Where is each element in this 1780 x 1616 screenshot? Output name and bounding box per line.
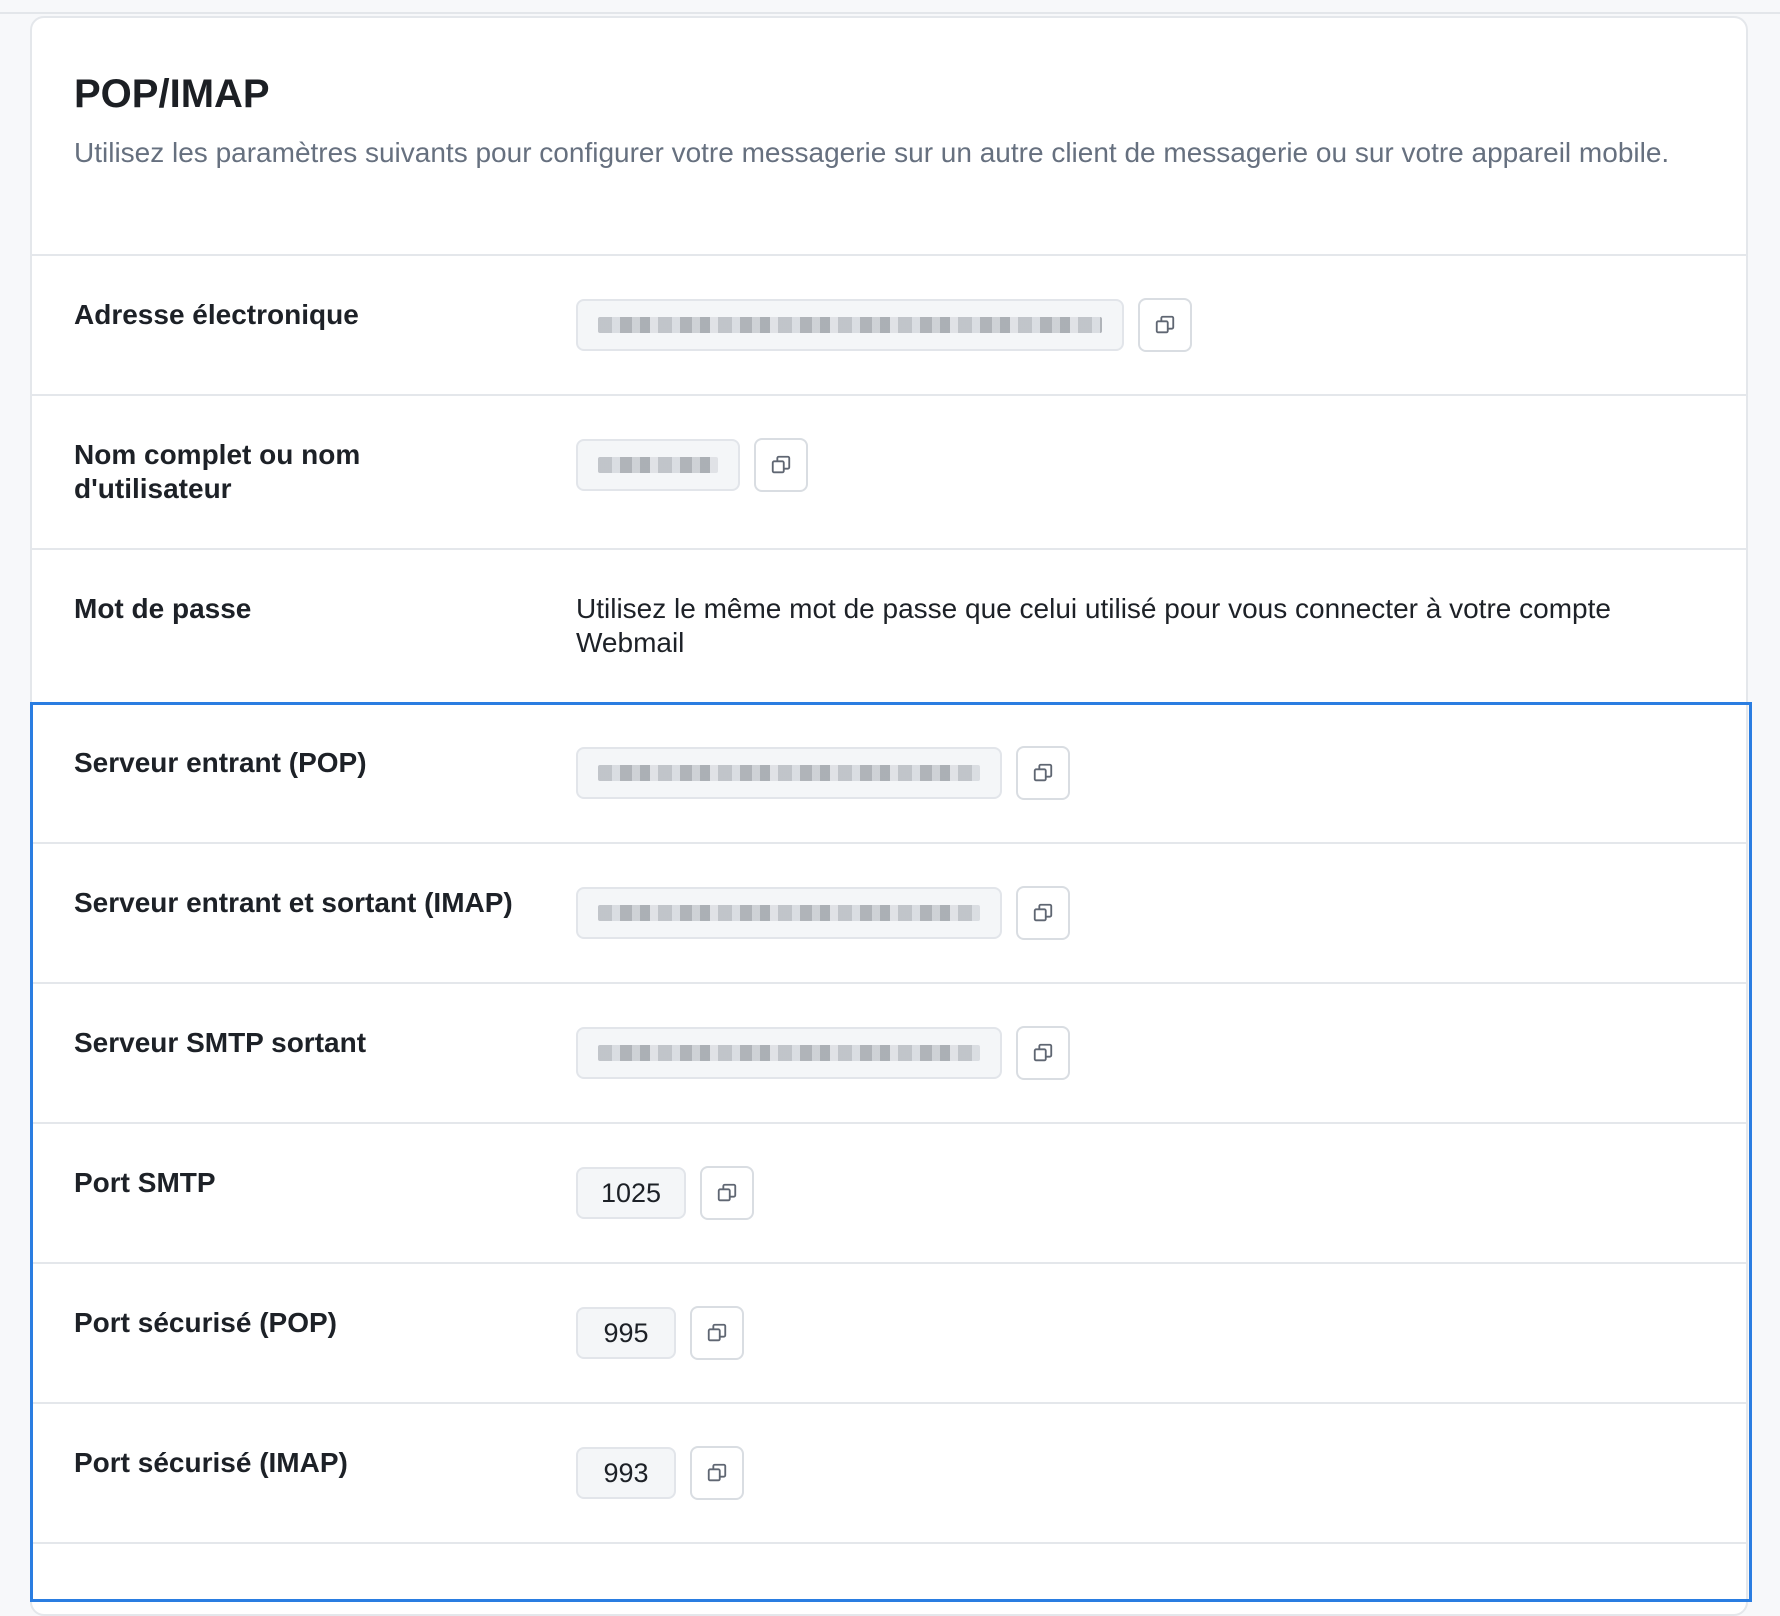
copy-icon [771, 455, 791, 474]
redacted-text [598, 765, 980, 781]
copy-imap-secure-port-button[interactable] [690, 1446, 744, 1500]
imap-secure-port-value[interactable]: 993 [576, 1447, 676, 1499]
pop-server-row: Serveur entrant (POP) [32, 704, 1746, 844]
email-value-redacted[interactable] [576, 299, 1124, 351]
smtp-port-value[interactable]: 1025 [576, 1167, 686, 1219]
redacted-text [598, 1045, 980, 1061]
imap-server-value-redacted[interactable] [576, 887, 1002, 939]
smtp-server-value-group [576, 1026, 1070, 1080]
smtp-port-row: Port SMTP 1025 [32, 1124, 1746, 1264]
pop-server-value-redacted[interactable] [576, 747, 1002, 799]
pop-secure-port-value-group: 995 [576, 1306, 744, 1360]
copy-icon [1033, 903, 1053, 922]
pop-imap-settings-card: POP/IMAP Utilisez les paramètres suivant… [30, 16, 1748, 1616]
username-value-group [576, 438, 808, 492]
section-description: Utilisez les paramètres suivants pour co… [74, 137, 1670, 168]
imap-secure-port-value-group: 993 [576, 1446, 744, 1500]
imap-server-value-group [576, 886, 1070, 940]
smtp-server-row: Serveur SMTP sortant [32, 984, 1746, 1124]
email-value-group [576, 298, 1192, 352]
section-title: POP/IMAP [74, 72, 270, 116]
imap-server-row: Serveur entrant et sortant (IMAP) [32, 844, 1746, 984]
copy-icon [1033, 763, 1053, 782]
redacted-text [598, 905, 980, 921]
pop-secure-port-value[interactable]: 995 [576, 1307, 676, 1359]
copy-pop-secure-port-button[interactable] [690, 1306, 744, 1360]
copy-icon [1033, 1043, 1053, 1062]
imap-secure-port-label: Port sécurisé (IMAP) [74, 1447, 348, 1478]
copy-pop-server-button[interactable] [1016, 746, 1070, 800]
copy-imap-server-button[interactable] [1016, 886, 1070, 940]
card-header: POP/IMAP Utilisez les paramètres suivant… [32, 18, 1746, 256]
copy-icon [707, 1323, 727, 1342]
email-label: Adresse électronique [74, 299, 359, 330]
username-label: Nom complet ou nom d'utilisateur [74, 439, 361, 504]
copy-icon [1155, 315, 1175, 334]
smtp-server-label: Serveur SMTP sortant [74, 1027, 367, 1058]
pop-secure-port-row: Port sécurisé (POP) 995 [32, 1264, 1746, 1404]
username-value-redacted[interactable] [576, 439, 740, 491]
redacted-text [598, 457, 718, 473]
pop-server-value-group [576, 746, 1070, 800]
password-label: Mot de passe [74, 593, 252, 624]
password-info: Utilisez le même mot de passe que celui … [576, 593, 1611, 658]
redacted-text [598, 317, 1102, 333]
smtp-server-value-redacted[interactable] [576, 1027, 1002, 1079]
copy-smtp-port-button[interactable] [700, 1166, 754, 1220]
smtp-port-label: Port SMTP [74, 1167, 216, 1198]
copy-email-button[interactable] [1138, 298, 1192, 352]
email-row: Adresse électronique [32, 256, 1746, 396]
pop-server-label: Serveur entrant (POP) [74, 747, 367, 778]
copy-smtp-server-button[interactable] [1016, 1026, 1070, 1080]
imap-server-label: Serveur entrant et sortant (IMAP) [74, 887, 513, 918]
copy-icon [707, 1463, 727, 1482]
copy-icon [717, 1183, 737, 1202]
username-row: Nom complet ou nom d'utilisateur [32, 396, 1746, 550]
imap-secure-port-row: Port sécurisé (IMAP) 993 [32, 1404, 1746, 1544]
password-row: Mot de passe Utilisez le même mot de pas… [32, 550, 1746, 704]
copy-username-button[interactable] [754, 438, 808, 492]
smtp-port-value-group: 1025 [576, 1166, 754, 1220]
top-divider [0, 0, 1780, 14]
pop-secure-port-label: Port sécurisé (POP) [74, 1307, 337, 1338]
